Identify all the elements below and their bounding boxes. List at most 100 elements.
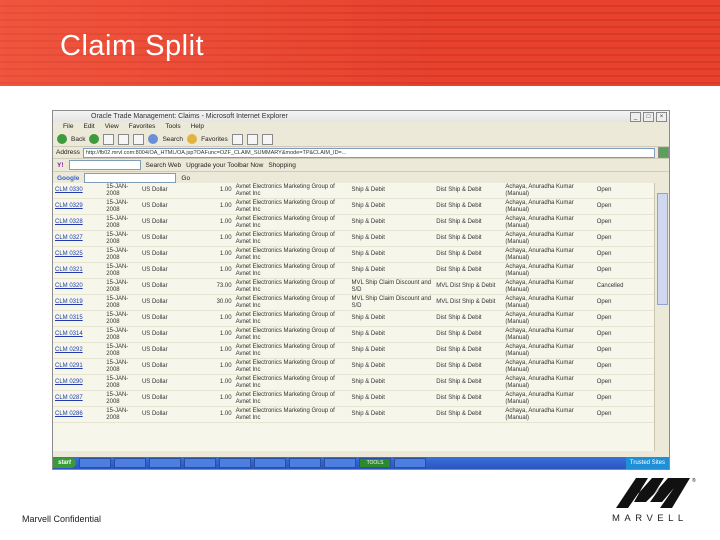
claim-date: 15-JAN-2008 bbox=[104, 374, 140, 391]
claim-currency: US Dollar bbox=[139, 294, 201, 311]
claims-content: CLM 0330 15-JAN-2008 US Dollar 1.00 Avnet El… bbox=[53, 183, 655, 451]
menu-help[interactable]: Help bbox=[191, 122, 204, 132]
taskbar-item[interactable] bbox=[184, 458, 217, 468]
claim-id-link[interactable]: CLM 0314 bbox=[53, 326, 105, 343]
claim-id-link[interactable]: CLM 0315 bbox=[53, 310, 105, 327]
go-icon[interactable] bbox=[658, 147, 669, 158]
claim-id-link[interactable]: CLM 0328 bbox=[53, 214, 105, 231]
claim-id-link[interactable]: CLM 0321 bbox=[53, 262, 105, 279]
taskbar-item[interactable] bbox=[114, 458, 147, 468]
maximize-icon[interactable]: □ bbox=[643, 112, 654, 122]
taskbar-item[interactable] bbox=[289, 458, 322, 468]
stop-icon[interactable] bbox=[103, 133, 115, 145]
menu-edit[interactable]: Edit bbox=[83, 122, 94, 132]
search-label[interactable]: Search bbox=[162, 136, 183, 143]
claim-customer: Avnet Electronics Marketing Group of Avn… bbox=[233, 198, 350, 215]
claim-status: Open bbox=[594, 326, 655, 343]
claim-id-link[interactable]: CLM 0330 bbox=[53, 183, 105, 199]
yahoo-upgrade-link[interactable]: Upgrade your Toolbar Now bbox=[186, 162, 263, 169]
table-row: CLM 0291 15-JAN-2008 US Dollar 1.00 Avnet El… bbox=[53, 358, 655, 375]
menu-favorites[interactable]: Favorites bbox=[129, 122, 156, 132]
claim-owner: Achaya, Anuradha Kumar (Manual) bbox=[503, 278, 595, 295]
favorites-label[interactable]: Favorites bbox=[201, 136, 228, 143]
claim-customer: Avnet Electronics Marketing Group of Avn… bbox=[233, 278, 350, 295]
claim-currency: US Dollar bbox=[139, 326, 201, 343]
close-icon[interactable]: × bbox=[656, 112, 667, 122]
claim-amount: 1.00 bbox=[200, 310, 234, 327]
google-go-button[interactable]: Go bbox=[181, 175, 190, 182]
search-icon[interactable] bbox=[148, 134, 159, 144]
claim-deduction-type: Dist Ship & Debit bbox=[434, 390, 504, 407]
claim-type: Ship & Debit bbox=[349, 406, 435, 423]
claim-status: Open bbox=[594, 390, 655, 407]
claim-customer: Avnet Electronics Marketing Group of Avn… bbox=[233, 374, 350, 391]
start-button[interactable]: start bbox=[53, 458, 77, 468]
claim-customer: Avnet Electronics Marketing Group of Avn… bbox=[233, 342, 350, 359]
claim-id-link[interactable]: CLM 0292 bbox=[53, 342, 105, 359]
claim-customer: Avnet Electronics Marketing Group of Avn… bbox=[233, 310, 350, 327]
history-icon[interactable] bbox=[231, 133, 243, 145]
refresh-icon[interactable] bbox=[118, 133, 130, 145]
table-row: CLM 0314 15-JAN-2008 US Dollar 1.00 Avnet El… bbox=[53, 326, 655, 343]
claim-type: Ship & Debit bbox=[349, 246, 435, 263]
claim-id-link[interactable]: CLM 0319 bbox=[53, 294, 105, 311]
windows-taskbar: start TOOLS Trusted Sites bbox=[53, 457, 669, 469]
scrollbar-thumb[interactable] bbox=[657, 193, 668, 305]
favorites-icon[interactable] bbox=[187, 134, 198, 144]
yahoo-logo-icon[interactable]: Y! bbox=[57, 162, 64, 169]
claim-owner: Achaya, Anuradha Kumar (Manual) bbox=[503, 406, 595, 423]
claim-id-link[interactable]: CLM 0287 bbox=[53, 390, 105, 407]
taskbar-item[interactable] bbox=[254, 458, 287, 468]
claim-status: Open bbox=[594, 342, 655, 359]
claim-date: 15-JAN-2008 bbox=[104, 406, 140, 423]
taskbar-item[interactable] bbox=[394, 458, 427, 468]
table-row: CLM 0330 15-JAN-2008 US Dollar 1.00 Avnet El… bbox=[53, 183, 655, 199]
home-icon[interactable] bbox=[133, 133, 145, 145]
claim-customer: Avnet Electronics Marketing Group of Avn… bbox=[233, 214, 350, 231]
claim-amount: 1.00 bbox=[200, 246, 234, 263]
claim-type: Ship & Debit bbox=[349, 183, 435, 199]
claim-id-link[interactable]: CLM 0329 bbox=[53, 198, 105, 215]
claim-type: Ship & Debit bbox=[349, 326, 435, 343]
claim-id-link[interactable]: CLM 0325 bbox=[53, 246, 105, 263]
claim-id-link[interactable]: CLM 0286 bbox=[53, 406, 105, 423]
claim-owner: Achaya, Anuradha Kumar (Manual) bbox=[503, 374, 595, 391]
claim-id-link[interactable]: CLM 0290 bbox=[53, 374, 105, 391]
claim-date: 15-JAN-2008 bbox=[104, 246, 140, 263]
menu-view[interactable]: View bbox=[105, 122, 119, 132]
vertical-scrollbar[interactable] bbox=[654, 183, 669, 451]
back-label[interactable]: Back bbox=[71, 136, 85, 143]
taskbar-item[interactable] bbox=[219, 458, 252, 468]
claim-currency: US Dollar bbox=[139, 342, 201, 359]
minimize-icon[interactable]: _ bbox=[630, 112, 641, 122]
taskbar-item-active[interactable]: TOOLS bbox=[359, 458, 392, 468]
taskbar-item[interactable] bbox=[324, 458, 357, 468]
back-icon[interactable] bbox=[57, 134, 67, 144]
yahoo-search-button[interactable]: Search Web bbox=[146, 162, 182, 169]
address-input[interactable]: http://fb02.mrvl.com:8004/OA_HTML/OA.jsp… bbox=[82, 147, 655, 158]
taskbar-item[interactable] bbox=[149, 458, 182, 468]
menu-tools[interactable]: Tools bbox=[165, 122, 180, 132]
table-row: CLM 0329 15-JAN-2008 US Dollar 1.00 Avnet El… bbox=[53, 198, 655, 215]
menu-file[interactable]: File bbox=[63, 122, 73, 132]
yahoo-search-input[interactable] bbox=[68, 160, 141, 170]
claim-id-link[interactable]: CLM 0327 bbox=[53, 230, 105, 247]
claim-id-link[interactable]: CLM 0291 bbox=[53, 358, 105, 375]
print-icon[interactable] bbox=[261, 133, 273, 145]
table-row: CLM 0287 15-JAN-2008 US Dollar 1.00 Avnet El… bbox=[53, 390, 655, 407]
mail-icon[interactable] bbox=[246, 133, 258, 145]
claim-type: Ship & Debit bbox=[349, 374, 435, 391]
claim-date: 15-JAN-2008 bbox=[104, 262, 140, 279]
claim-amount: 1.00 bbox=[200, 230, 234, 247]
claim-type: Ship & Debit bbox=[349, 358, 435, 375]
claim-date: 15-JAN-2008 bbox=[104, 310, 140, 327]
claim-status: Open bbox=[594, 358, 655, 375]
taskbar-item[interactable] bbox=[79, 458, 112, 468]
claim-owner: Achaya, Anuradha Kumar (Manual) bbox=[503, 390, 595, 407]
forward-icon[interactable] bbox=[89, 134, 100, 144]
yahoo-shopping-link[interactable]: Shopping bbox=[268, 162, 295, 169]
claim-id-link[interactable]: CLM 0320 bbox=[53, 278, 105, 295]
google-search-input[interactable] bbox=[84, 173, 177, 183]
claim-owner: Achaya, Anuradha Kumar (Manual) bbox=[503, 294, 595, 311]
claim-status: Open bbox=[594, 230, 655, 247]
